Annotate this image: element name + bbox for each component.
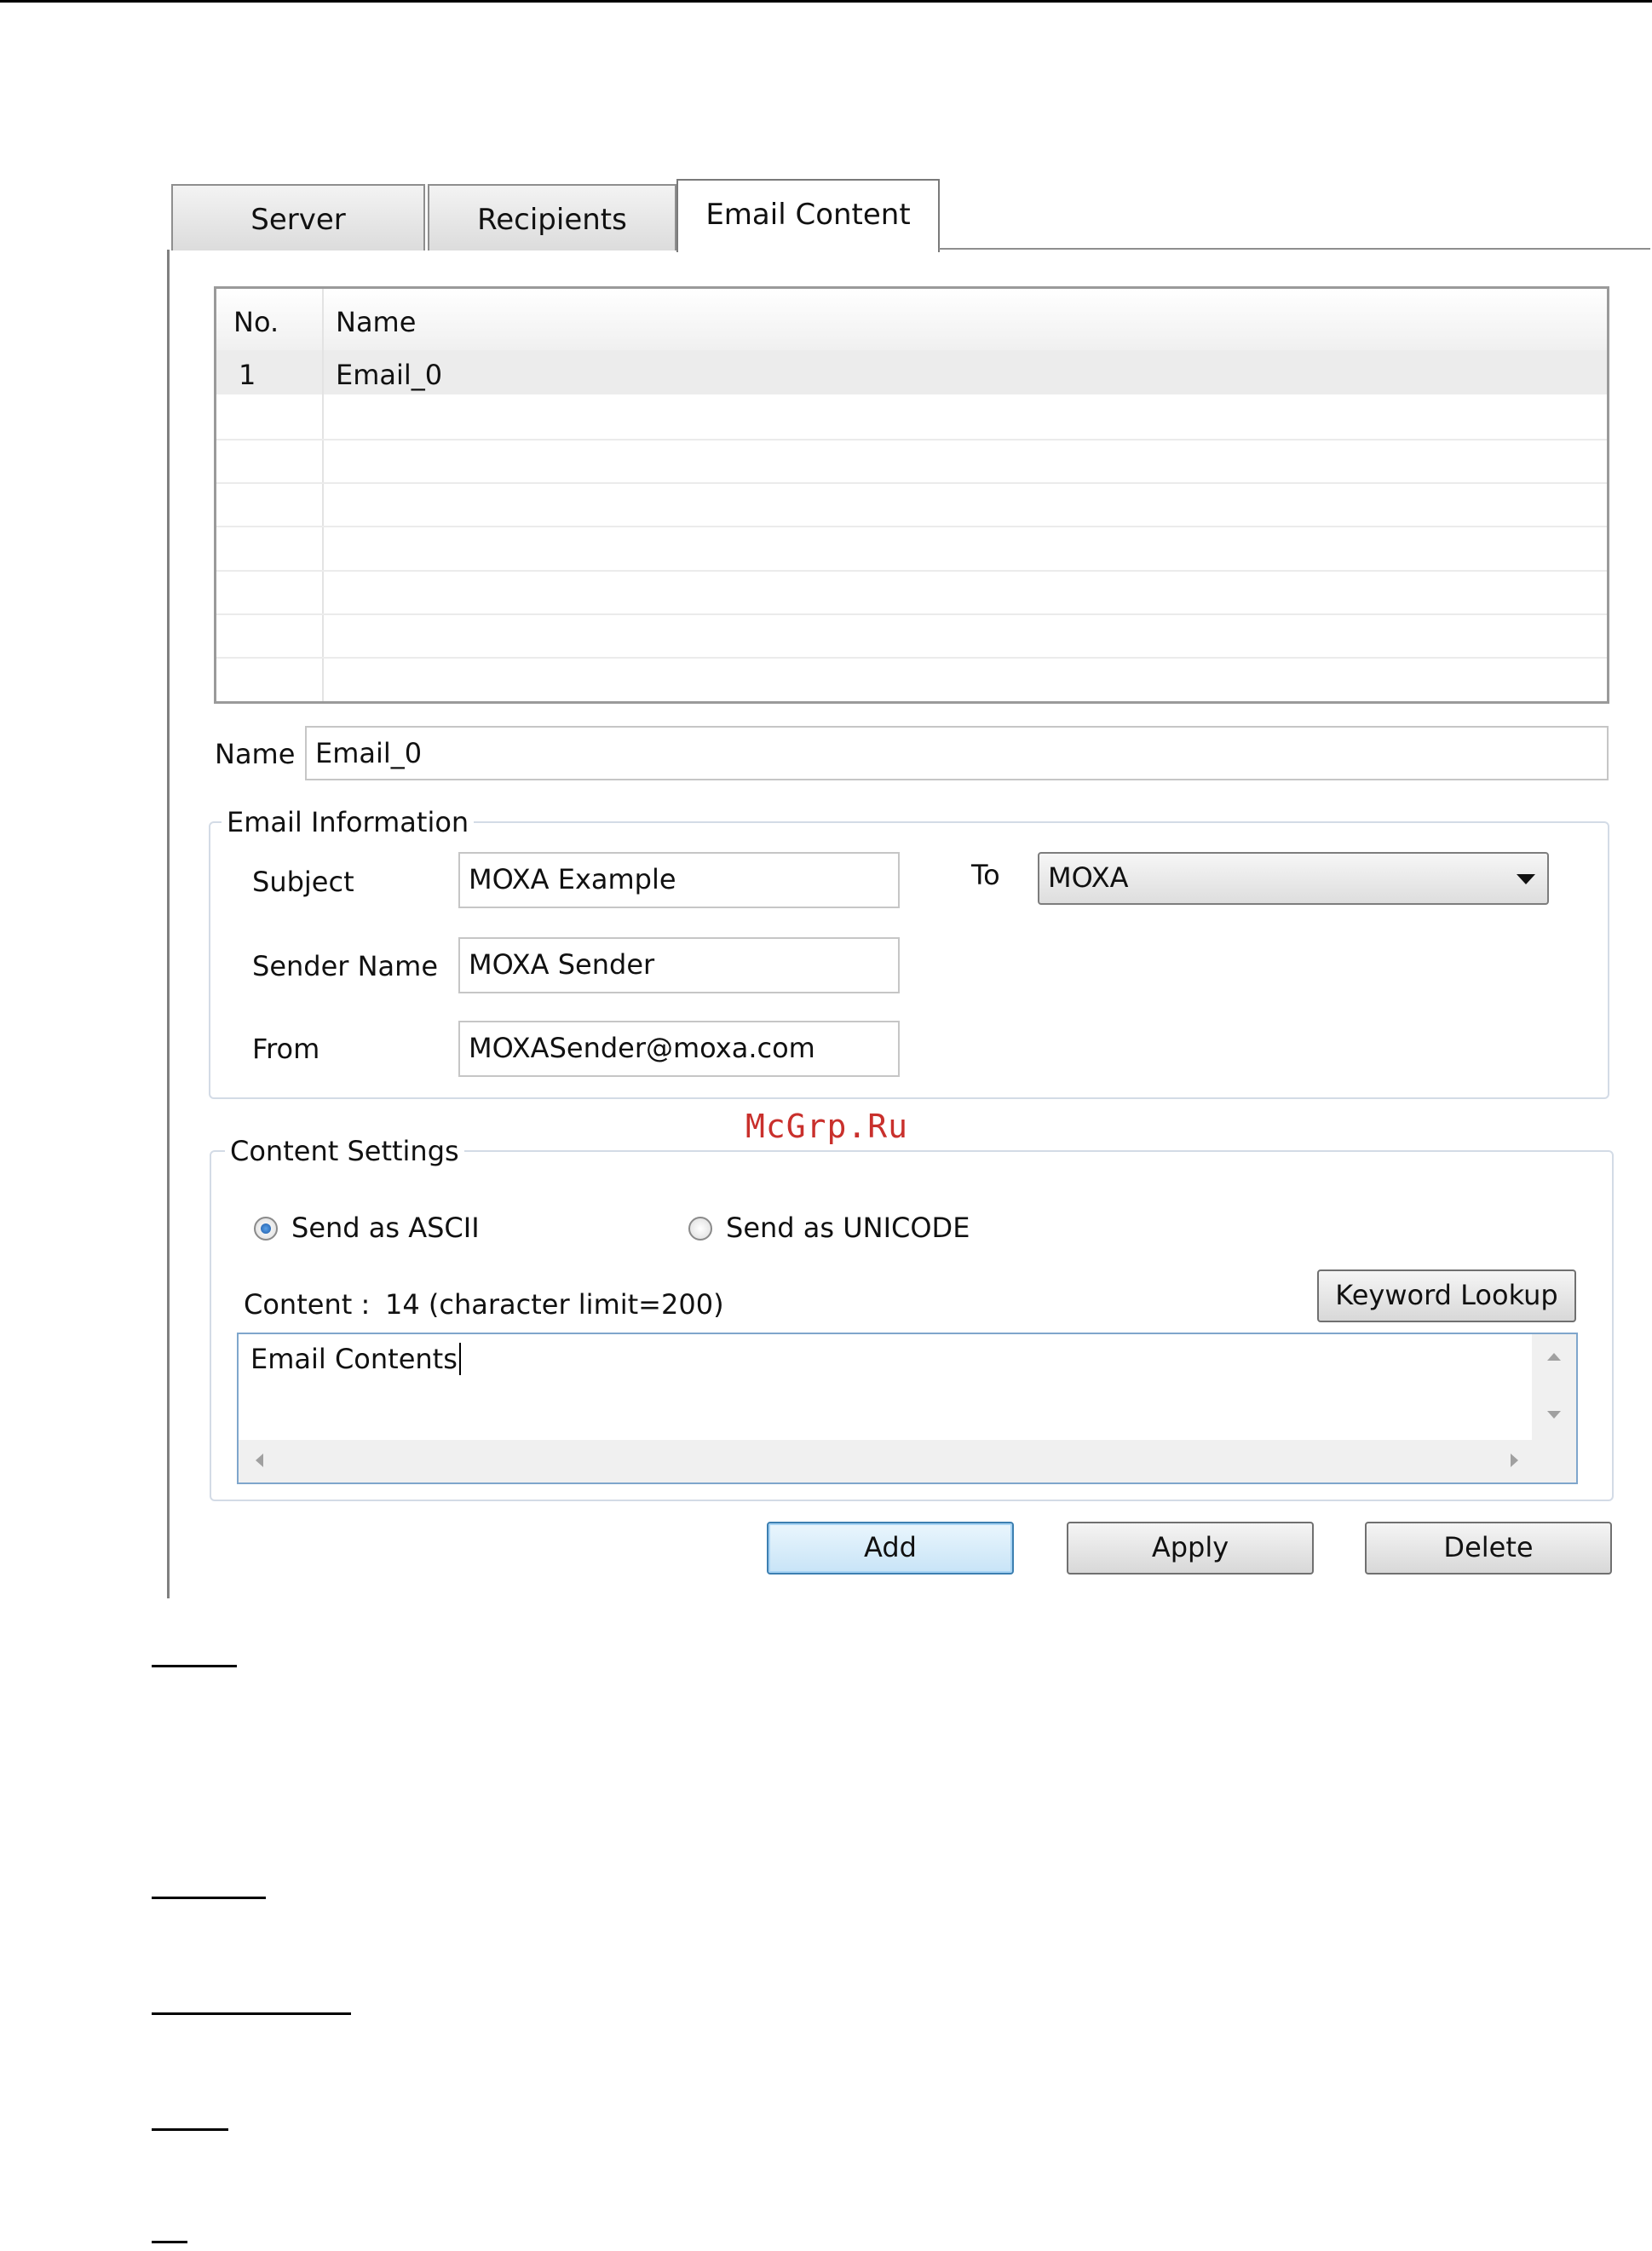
keyword-lookup-button[interactable]: Keyword Lookup [1317, 1269, 1576, 1322]
email-information-title: Email Information [222, 806, 475, 838]
content-label: Content : [244, 1288, 371, 1321]
scroll-up-icon[interactable] [1547, 1353, 1561, 1361]
send-as-ascii-radio[interactable] [254, 1217, 278, 1241]
name-input[interactable]: Email_0 [305, 726, 1609, 780]
sender-name-label: Sender Name [252, 950, 439, 982]
scroll-down-icon[interactable] [1547, 1411, 1561, 1419]
row-divider [216, 570, 1607, 572]
scroll-left-icon[interactable] [256, 1454, 263, 1467]
to-label: To [971, 859, 1000, 891]
row-divider [216, 657, 1607, 659]
tab-recipients-label: Recipients [477, 203, 627, 237]
chevron-down-icon [1517, 874, 1535, 884]
panel-top-border [939, 248, 1650, 250]
row-divider [216, 482, 1607, 484]
tab-email-content-label: Email Content [705, 198, 911, 232]
add-button[interactable]: Add [767, 1522, 1014, 1575]
content-character-count: 14 (character limit=200) [385, 1288, 724, 1321]
table-row[interactable]: 1 Email_0 [216, 350, 1607, 394]
name-label: Name [215, 738, 296, 770]
email-list[interactable]: No. Name 1 Email_0 [214, 286, 1609, 704]
from-label: From [252, 1033, 320, 1065]
column-header-no[interactable]: No. [233, 306, 279, 338]
list-header: No. Name [216, 289, 1607, 352]
tab-email-content[interactable]: Email Content [676, 179, 940, 252]
row-divider [216, 613, 1607, 615]
watermark: McGrp.Ru [745, 1108, 909, 1145]
column-header-name[interactable]: Name [336, 306, 416, 338]
horizontal-scrollbar[interactable] [239, 1440, 1576, 1482]
send-as-ascii-label[interactable]: Send as ASCII [291, 1212, 480, 1244]
apply-button[interactable]: Apply [1067, 1522, 1314, 1575]
delete-button[interactable]: Delete [1365, 1522, 1612, 1575]
email-content-textarea[interactable]: Email Contents [237, 1333, 1578, 1484]
column-divider [322, 289, 324, 701]
subject-label: Subject [252, 866, 354, 898]
tab-server-label: Server [250, 203, 346, 237]
underline-mark [152, 2241, 187, 2243]
row-name: Email_0 [336, 359, 443, 391]
row-no: 1 [239, 359, 256, 391]
row-divider [216, 439, 1607, 440]
sender-name-input[interactable]: MOXA Sender [458, 937, 900, 993]
underline-mark [152, 1665, 237, 1667]
send-as-unicode-label[interactable]: Send as UNICODE [726, 1212, 970, 1244]
row-divider [216, 526, 1607, 527]
to-dropdown[interactable]: MOXA [1038, 852, 1549, 905]
tab-recipients[interactable]: Recipients [428, 184, 676, 250]
subject-input[interactable]: MOXA Example [458, 852, 900, 908]
vertical-scrollbar[interactable] [1532, 1334, 1576, 1440]
underline-mark [152, 1897, 266, 1899]
to-dropdown-value: MOXA [1048, 861, 1129, 894]
tab-server[interactable]: Server [171, 184, 425, 250]
scroll-right-icon[interactable] [1511, 1454, 1518, 1467]
top-rule [0, 0, 1652, 3]
content-settings-title: Content Settings [225, 1135, 464, 1167]
from-input[interactable]: MOXASender@moxa.com [458, 1021, 900, 1077]
panel-left-border [167, 250, 170, 1598]
underline-mark [152, 2012, 351, 2015]
send-as-unicode-radio[interactable] [688, 1217, 712, 1241]
email-content-text: Email Contents [250, 1343, 461, 1375]
underline-mark [152, 2128, 228, 2131]
